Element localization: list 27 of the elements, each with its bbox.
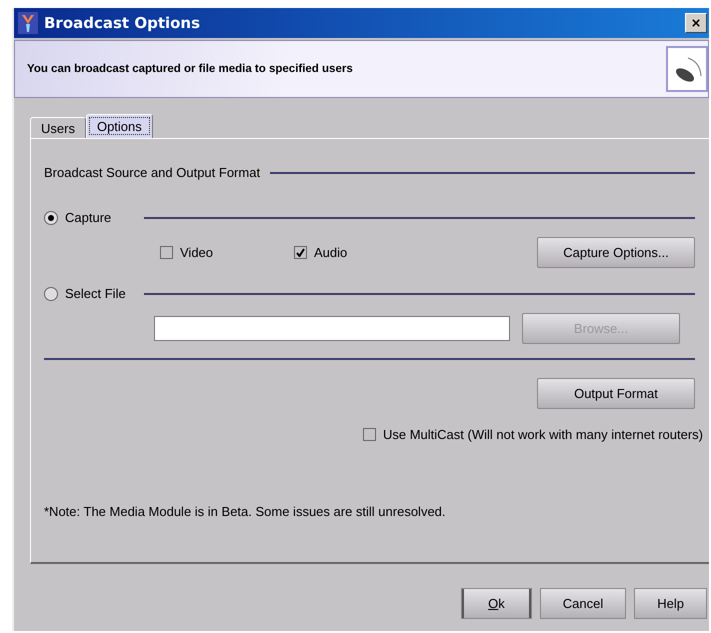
checkbox[interactable]	[294, 246, 307, 259]
checkbox[interactable]	[160, 246, 173, 259]
app-icon	[18, 12, 38, 34]
tab[interactable]: Users	[30, 117, 86, 138]
tab[interactable]: Options	[86, 114, 153, 138]
checkbox-option[interactable]: Audio	[294, 245, 428, 260]
file-path-field[interactable]	[154, 316, 510, 341]
dialog-button[interactable]: Help	[634, 588, 707, 619]
radio-option[interactable]: Capture	[44, 210, 144, 225]
window-title: Broadcast Options	[44, 14, 202, 32]
radio-option[interactable]: Select File	[44, 286, 144, 301]
check-icon	[296, 248, 305, 257]
radio-label: Capture	[65, 210, 112, 225]
note-text: *Note: The Media Module is in Beta. Some issues are still unresolved.	[44, 504, 446, 519]
satellite-dish-icon	[666, 46, 708, 92]
banner-text: You can broadcast captured or file media to specified users	[27, 63, 354, 75]
dialog-button[interactable]: Ok	[461, 588, 532, 619]
checkbox-option[interactable]: Video	[160, 245, 294, 260]
section-title: Broadcast Source and Output Format	[44, 165, 260, 180]
capture-options-button[interactable]: Capture Options...	[537, 237, 695, 268]
output-format-button[interactable]: Output Format	[537, 378, 695, 409]
checkbox-label: Audio	[314, 245, 348, 260]
radio-label: Select File	[65, 286, 126, 301]
close-button[interactable]: ×	[685, 13, 707, 33]
dialog-button[interactable]: Cancel	[540, 588, 626, 619]
checkbox[interactable]	[362, 428, 376, 441]
checkbox-label: Video	[180, 245, 214, 260]
